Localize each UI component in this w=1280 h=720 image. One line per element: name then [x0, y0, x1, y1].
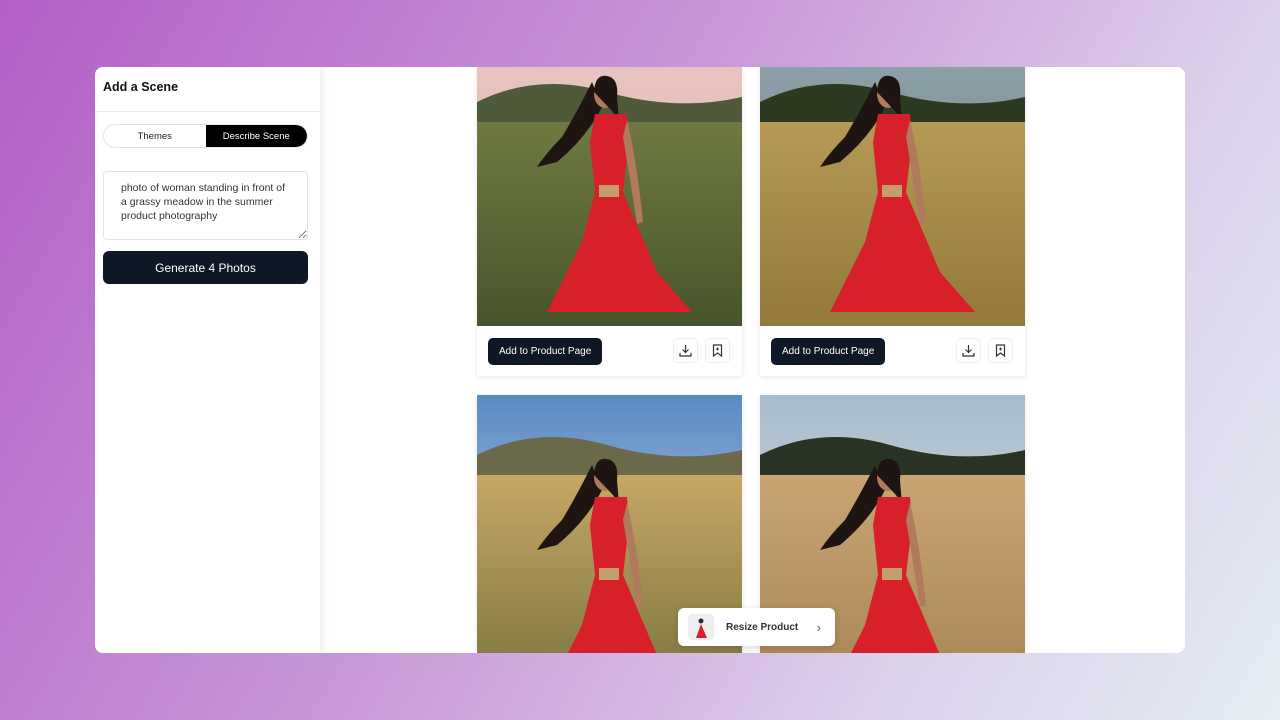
download-icon: [679, 345, 692, 357]
chevron-right-icon: ›: [816, 619, 821, 635]
photo-card: Add to Product Page: [760, 67, 1025, 376]
bookmark-icon: [712, 344, 723, 357]
scene-prompt-input[interactable]: photo of woman standing in front of a gr…: [103, 171, 308, 240]
sidebar-title: Add a Scene: [95, 67, 320, 112]
mode-toggle: Themes Describe Scene: [103, 124, 308, 148]
resize-product-button[interactable]: Resize Product ›: [678, 608, 835, 646]
download-button[interactable]: [673, 338, 698, 363]
add-to-product-page-button[interactable]: Add to Product Page: [488, 338, 603, 365]
bookmark-button[interactable]: [705, 338, 730, 363]
add-to-product-page-button[interactable]: Add to Product Page: [771, 338, 886, 365]
bookmark-button[interactable]: [988, 338, 1013, 363]
generate-photos-button[interactable]: Generate 4 Photos: [103, 251, 308, 284]
tab-describe-scene[interactable]: Describe Scene: [205, 125, 307, 147]
product-thumbnail: [688, 614, 714, 640]
generated-photo[interactable]: [477, 67, 742, 326]
photo-card-footer: Add to Product Page: [760, 326, 1025, 376]
tab-themes[interactable]: Themes: [104, 125, 206, 147]
resize-product-label: Resize Product: [726, 621, 799, 633]
app-window: Add a Scene Themes Describe Scene photo …: [95, 67, 1185, 653]
bookmark-icon: [995, 344, 1006, 357]
download-button[interactable]: [956, 338, 981, 363]
photo-card-footer: Add to Product Page: [477, 326, 742, 376]
generated-photo[interactable]: [760, 67, 1025, 326]
download-icon: [962, 345, 975, 357]
sidebar: Add a Scene Themes Describe Scene photo …: [95, 67, 320, 653]
photo-card: Add to Product Page: [477, 67, 742, 376]
